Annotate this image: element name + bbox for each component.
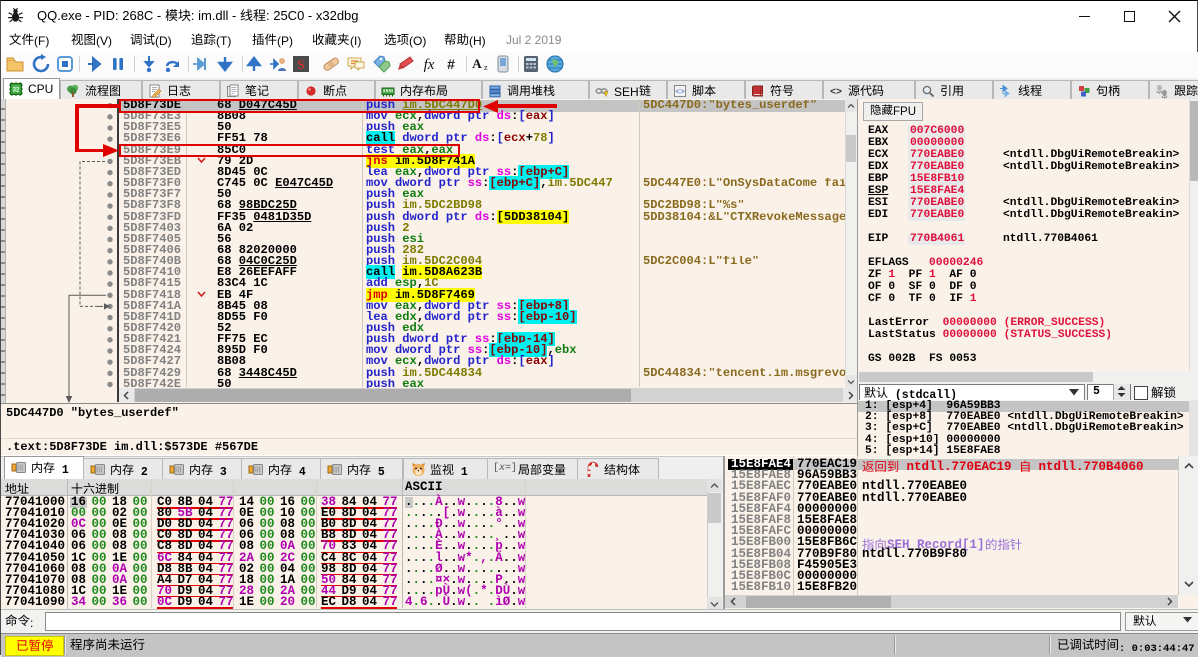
svg-text:A: A: [472, 56, 482, 71]
svg-text:z: z: [484, 63, 488, 72]
svg-text:fx: fx: [424, 57, 435, 73]
svg-text:<>: <>: [830, 87, 842, 98]
svg-text:<>: <>: [675, 88, 685, 97]
svg-text:S: S: [297, 57, 304, 72]
svg-text:#: #: [447, 56, 455, 72]
